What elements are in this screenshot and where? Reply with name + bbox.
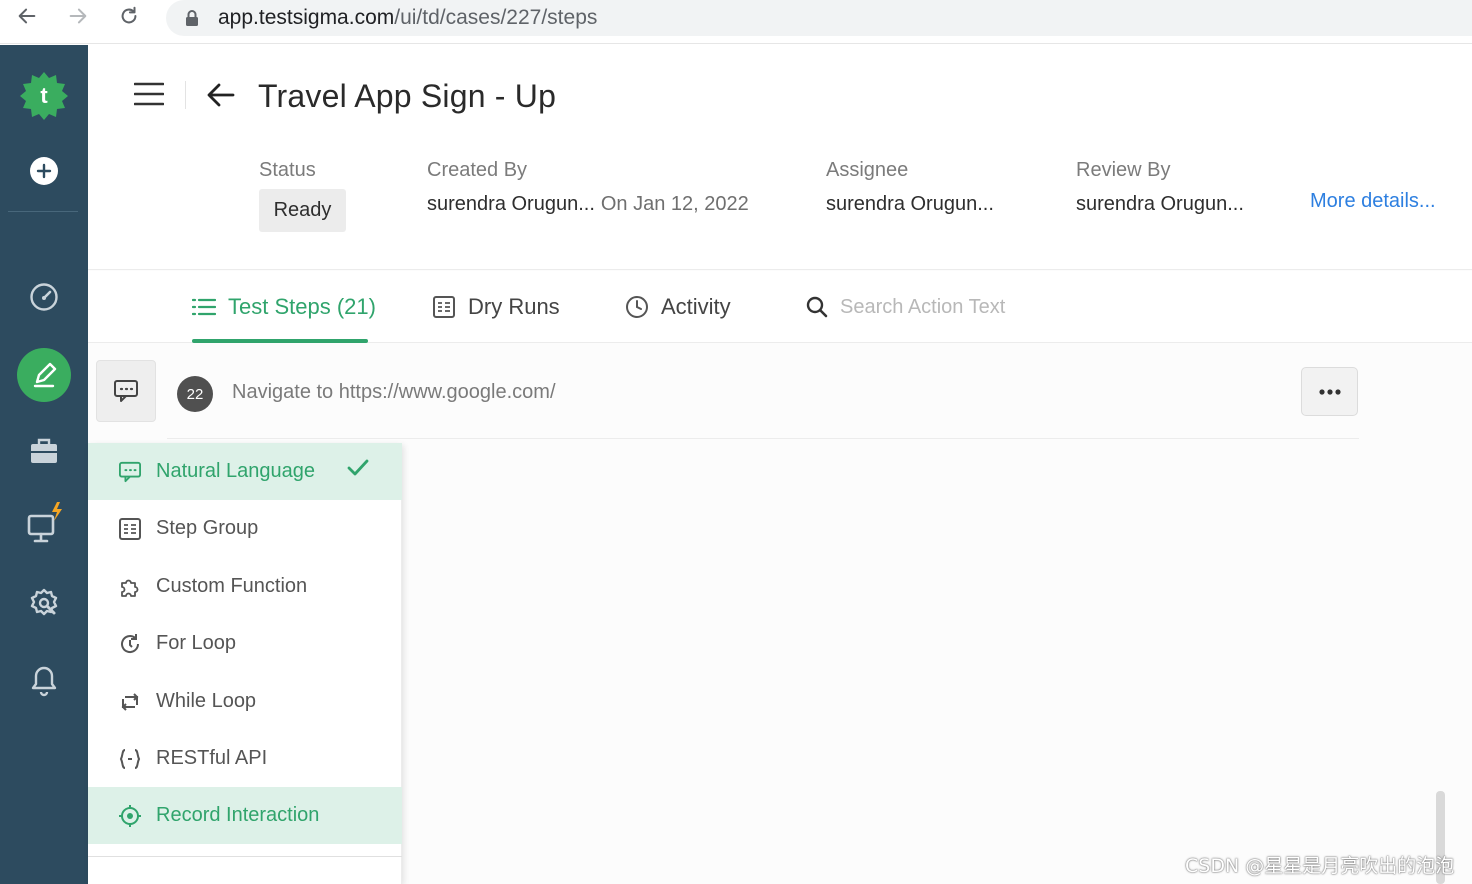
created-by-label: Created By [427,159,528,181]
step-group-icon [119,517,141,540]
back-arrow-icon[interactable] [206,81,236,109]
header-separator [185,81,186,109]
plus-circle-icon [30,157,58,185]
sidebar-item-notifications[interactable] [0,663,88,699]
sidebar-item-settings[interactable] [0,585,88,621]
arrow-right-icon [69,8,87,24]
status-badge[interactable]: Ready [259,189,346,232]
natural-language-icon [119,461,141,482]
browser-toolbar: app.testsigma.com/ui/td/cases/227/steps [0,0,1472,44]
review-by-value: surendra Orugun... [1076,193,1244,215]
menu-item-custom-function[interactable]: Custom Function [88,558,402,615]
menu-item-label: Custom Function [156,575,308,597]
edit-pencil-icon [17,348,71,402]
lock-icon [186,10,198,26]
while-loop-icon [121,692,139,711]
url-text: app.testsigma.com/ui/td/cases/227/steps [218,6,598,29]
briefcase-icon [31,438,57,463]
step-action-text[interactable]: Navigate to https://www.google.com/ [232,381,556,404]
sidebar-item-run-results[interactable] [0,497,88,549]
menu-item-label: While Loop [156,690,257,712]
menu-item-label: RESTful API [156,747,268,769]
hamburger-menu-icon[interactable] [134,81,164,107]
sidebar-item-test-development[interactable] [0,346,88,404]
arrow-left-icon [18,8,36,24]
menu-item-natural-language[interactable]: Natural Language [88,443,402,500]
testsigma-logo-icon: t [20,72,68,120]
dry-runs-icon [433,296,455,318]
main-content: Travel App Sign - Up Status Ready Create… [88,45,1472,884]
menu-item-label: Step Group [156,517,259,539]
natural-language-icon [114,380,138,402]
search-action-text-input[interactable]: Search Action Text [806,271,1005,343]
braces-icon [119,748,141,769]
browser-forward-button[interactable] [65,3,91,29]
checkmark-icon [347,459,369,476]
sidebar-item-dashboard[interactable] [0,279,88,315]
sidebar-logo[interactable]: t [0,67,88,123]
assignee-label: Assignee [826,159,909,181]
puzzle-icon [121,579,139,597]
menu-item-label: Record Interaction [156,804,320,826]
test-case-header: Travel App Sign - Up Status Ready Create… [88,45,1472,270]
step-type-button[interactable] [96,360,156,422]
step-type-dropdown: Natural Language Step Group Custom Funct… [88,443,402,884]
tab-dry-runs-label: Dry Runs [468,294,560,319]
bell-icon [31,666,57,697]
browser-back-button[interactable] [14,3,40,29]
tab-activity-label: Activity [661,294,731,319]
sidebar-item-test-plans[interactable] [0,433,88,469]
tab-bar: Test Steps (21) Dry Runs Activity Search… [88,271,1472,343]
settings-gear-icon [30,588,58,616]
for-loop-icon [121,633,140,653]
created-date: On Jan 12, 2022 [600,193,749,215]
sidebar-create-button[interactable] [0,153,88,189]
tab-dry-runs[interactable]: Dry Runs [432,271,560,343]
menu-item-for-loop[interactable]: For Loop [88,615,402,672]
tab-test-steps[interactable]: Test Steps (21) [192,271,376,343]
reload-icon [121,6,137,24]
menu-item-label: Natural Language [156,460,316,482]
more-details-link[interactable]: More details... [1310,190,1436,213]
tab-activity[interactable]: Activity [625,271,731,343]
review-by-label: Review By [1076,159,1171,181]
tab-test-steps-label: Test Steps (21) [228,294,376,319]
sidebar-divider [8,211,78,212]
list-icon [192,298,216,316]
browser-reload-button[interactable] [116,3,142,29]
menu-item-label: For Loop [156,632,237,654]
step-row-divider [167,438,1359,439]
watermark: CSDN @星星是月亮吹出的泡泡 [1185,855,1455,877]
monitor-icon [27,502,62,543]
svg-text:t: t [40,83,48,108]
left-sidebar: t [0,45,88,884]
assignee-value: surendra Orugun... [826,193,994,215]
page-title: Travel App Sign - Up [258,78,557,114]
more-horizontal-icon [1318,388,1341,395]
active-tab-indicator [192,339,368,343]
step-more-button[interactable] [1301,367,1358,416]
clock-icon [626,296,648,318]
dropdown-divider [88,856,402,857]
menu-item-record-interaction[interactable]: Record Interaction [88,787,402,844]
dashboard-gauge-icon [30,283,58,311]
record-target-icon [119,804,141,827]
step-number-badge: 22 [177,376,213,412]
created-by-value: surendra Orugun... On Jan 12, 2022 [427,193,749,215]
address-bar[interactable]: app.testsigma.com/ui/td/cases/227/steps [166,0,1472,36]
menu-item-while-loop[interactable]: While Loop [88,673,402,730]
search-icon [806,296,828,318]
search-placeholder: Search Action Text [840,295,1006,318]
menu-item-restful-api[interactable]: RESTful API [88,730,402,787]
status-label: Status [259,159,316,181]
menu-item-step-group[interactable]: Step Group [88,500,402,557]
